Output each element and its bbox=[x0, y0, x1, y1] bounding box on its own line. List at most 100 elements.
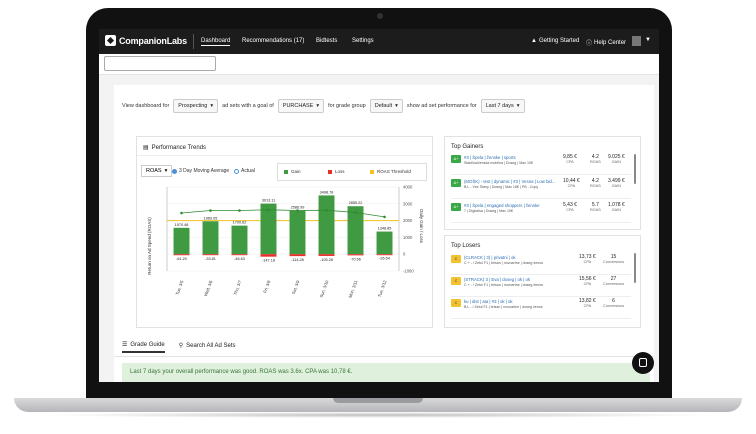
nav-recommendations[interactable]: Recommendations (17) bbox=[242, 38, 304, 44]
y2-axis-label: Daily Gain / Loss bbox=[419, 209, 424, 244]
getting-started-link[interactable]: ▲ Getting Started bbox=[531, 38, 579, 44]
audience-select[interactable]: Prospecting ▾ bbox=[173, 99, 219, 113]
conversions-label: Conversions bbox=[603, 282, 625, 286]
grade-badge: A+ bbox=[451, 179, 461, 187]
adset-subtitle: C + - / Zetul F1 | brisan | novoartne | … bbox=[464, 261, 544, 265]
brand-logo[interactable]: CompanionLabs bbox=[105, 35, 187, 46]
grade-group-select[interactable]: Default ▾ bbox=[369, 99, 403, 113]
moving-average-point[interactable] bbox=[267, 208, 270, 212]
nav-dashboard[interactable]: Dashboard bbox=[201, 38, 231, 46]
radio-unchecked-icon bbox=[234, 168, 239, 174]
nav-bidtests[interactable]: Bidtests bbox=[316, 38, 337, 44]
app-screen: CompanionLabs Dashboard Recommendations … bbox=[99, 29, 659, 382]
adset-subtitle: B.L - Vse Stany | Doseg | Max 18€ | PB -… bbox=[464, 185, 539, 189]
legend-gain[interactable]: Gain bbox=[284, 169, 301, 174]
gain-bar[interactable] bbox=[202, 221, 219, 255]
x-tick-label: Sun, 3/10 bbox=[319, 279, 330, 298]
y2-tick-label: 0 bbox=[403, 252, 406, 257]
cpa-label: CPA bbox=[583, 260, 592, 264]
chevron-down-icon[interactable]: ▼ bbox=[645, 37, 651, 43]
loss-bar[interactable] bbox=[376, 254, 393, 256]
cpa-metric: 9,85 € CPA bbox=[563, 154, 577, 164]
audience-select-value: Prospecting bbox=[178, 103, 208, 109]
gainer-row[interactable]: A+ (MOŠK) - test | dynamic | #3 | Vesna … bbox=[451, 178, 631, 199]
gain-bar[interactable] bbox=[173, 227, 190, 255]
moving-average-point[interactable] bbox=[238, 209, 241, 212]
adset-name-link[interactable]: #3 | Špela | ženske | sports bbox=[464, 155, 516, 160]
gain-bar[interactable] bbox=[318, 195, 335, 255]
cpa-label: CPA bbox=[567, 184, 576, 188]
brand-name: CompanionLabs bbox=[119, 35, 187, 46]
goal-select[interactable]: PURCHASE ▾ bbox=[277, 99, 325, 113]
help-icon: ⓘ bbox=[586, 41, 593, 47]
period-select[interactable]: Last 7 days ▾ bbox=[480, 99, 525, 113]
top-navbar: CompanionLabs Dashboard Recommendations … bbox=[99, 29, 659, 54]
gain-bar[interactable] bbox=[376, 231, 393, 255]
account-search-input[interactable] bbox=[104, 56, 216, 71]
gainers-scrollbar[interactable] bbox=[634, 154, 636, 184]
moving-average-point[interactable] bbox=[383, 215, 386, 219]
cpa-label: CPA bbox=[566, 208, 574, 212]
nav-settings[interactable]: Settings bbox=[352, 38, 374, 44]
gain-data-label: 2586.99 bbox=[291, 206, 305, 210]
caret-icon: ▾ bbox=[516, 103, 520, 109]
loss-bar[interactable] bbox=[289, 254, 306, 257]
loser-row[interactable]: C (CLRACK | 3) | privatni | ok C + - / Z… bbox=[451, 254, 631, 275]
chat-widget-icon[interactable] bbox=[632, 352, 654, 374]
legend-threshold[interactable]: ROAS Threshold bbox=[370, 169, 411, 174]
moving-average-point[interactable] bbox=[325, 208, 328, 212]
loss-bar[interactable] bbox=[318, 254, 335, 256]
adset-name-link[interactable]: (CLRACK | 3) | privatni | ok bbox=[464, 255, 516, 260]
gain-label: GAIN bbox=[611, 184, 621, 188]
adset-name-link[interactable]: (STRACK) 3 | Eva | doseg | ok | ok bbox=[464, 277, 530, 282]
losers-scrollbar[interactable] bbox=[634, 253, 636, 283]
performance-trends-title: Performance Trends bbox=[151, 144, 207, 151]
conversions-label: Conversions bbox=[603, 304, 625, 308]
loss-bar[interactable] bbox=[173, 254, 190, 256]
y2-tick-label: 3000 bbox=[403, 201, 413, 206]
gainer-row[interactable]: A+ #3 | Špela | ženske | sports Stabilna… bbox=[451, 154, 631, 175]
list-icon: ☰ bbox=[122, 342, 128, 348]
filter-text-1: View dashboard for bbox=[122, 103, 170, 109]
cpa-label: CPA bbox=[583, 304, 592, 308]
grade-badge: A+ bbox=[451, 203, 461, 211]
loss-bar[interactable] bbox=[260, 254, 277, 257]
logo-icon bbox=[105, 35, 116, 46]
main-content: View dashboard for Prospecting ▾ ad sets … bbox=[99, 75, 659, 382]
top-gainers-title: Top Gainers bbox=[451, 144, 484, 150]
adset-name-link[interactable]: #3 | Špela | engaged shoppers | ženske bbox=[464, 203, 540, 208]
avatar[interactable] bbox=[632, 36, 641, 46]
loss-bar[interactable] bbox=[202, 254, 219, 256]
moving-average-point[interactable] bbox=[354, 211, 357, 214]
metric-select[interactable]: ROAS ▾ bbox=[141, 165, 173, 177]
y2-tick-label: -1000 bbox=[403, 269, 414, 274]
radio-moving-average[interactable]: 3 Day Moving Average bbox=[172, 168, 229, 174]
loss-bar[interactable] bbox=[347, 254, 364, 256]
gain-metric: 3.499 € GAIN bbox=[608, 178, 625, 188]
moving-average-point[interactable] bbox=[180, 211, 183, 215]
tab-search-ad-sets[interactable]: ⚲ Search All Ad Sets bbox=[179, 341, 236, 353]
loser-row[interactable]: C (STRACK) 3 | Eva | doseg | ok | ok C +… bbox=[451, 276, 631, 297]
moving-average-point[interactable] bbox=[209, 209, 212, 212]
period-select-value: Last 7 days bbox=[485, 103, 514, 109]
gain-data-label: 2855.22 bbox=[349, 201, 363, 205]
loss-bar[interactable] bbox=[231, 254, 248, 256]
adset-name-link[interactable]: ku | dist | ata | #3 | ok | ok bbox=[464, 299, 513, 304]
help-center-link[interactable]: ⓘ Help Center bbox=[586, 38, 626, 48]
gainer-row[interactable]: A+ #3 | Špela | engaged shoppers | žensk… bbox=[451, 202, 631, 223]
loser-row[interactable]: C ku | dist | ata | #3 | ok | ok B.L - /… bbox=[451, 298, 631, 319]
tab-grade-guide[interactable]: ☰ Grade Guide bbox=[122, 341, 165, 353]
radio-actual[interactable]: Actual bbox=[234, 168, 255, 174]
cpa-metric: 13,73 € CPA bbox=[579, 254, 596, 264]
gain-bar[interactable] bbox=[289, 210, 306, 255]
loss-data-label: -26.54 bbox=[379, 257, 390, 261]
gain-bar[interactable] bbox=[231, 225, 248, 255]
camera-icon bbox=[377, 13, 383, 19]
top-gainers-card: Top Gainers A+ #3 | Špela | ženske | spo… bbox=[444, 136, 641, 230]
legend-loss[interactable]: Loss bbox=[328, 169, 345, 174]
moving-average-point[interactable] bbox=[296, 209, 299, 212]
legend-gain-swatch bbox=[284, 169, 288, 174]
loss-data-label: -46.63 bbox=[234, 257, 245, 261]
gain-bar[interactable] bbox=[260, 203, 277, 255]
adset-name-link[interactable]: (MOŠK) - test | dynamic | #3 | Vesna | L… bbox=[464, 179, 555, 184]
